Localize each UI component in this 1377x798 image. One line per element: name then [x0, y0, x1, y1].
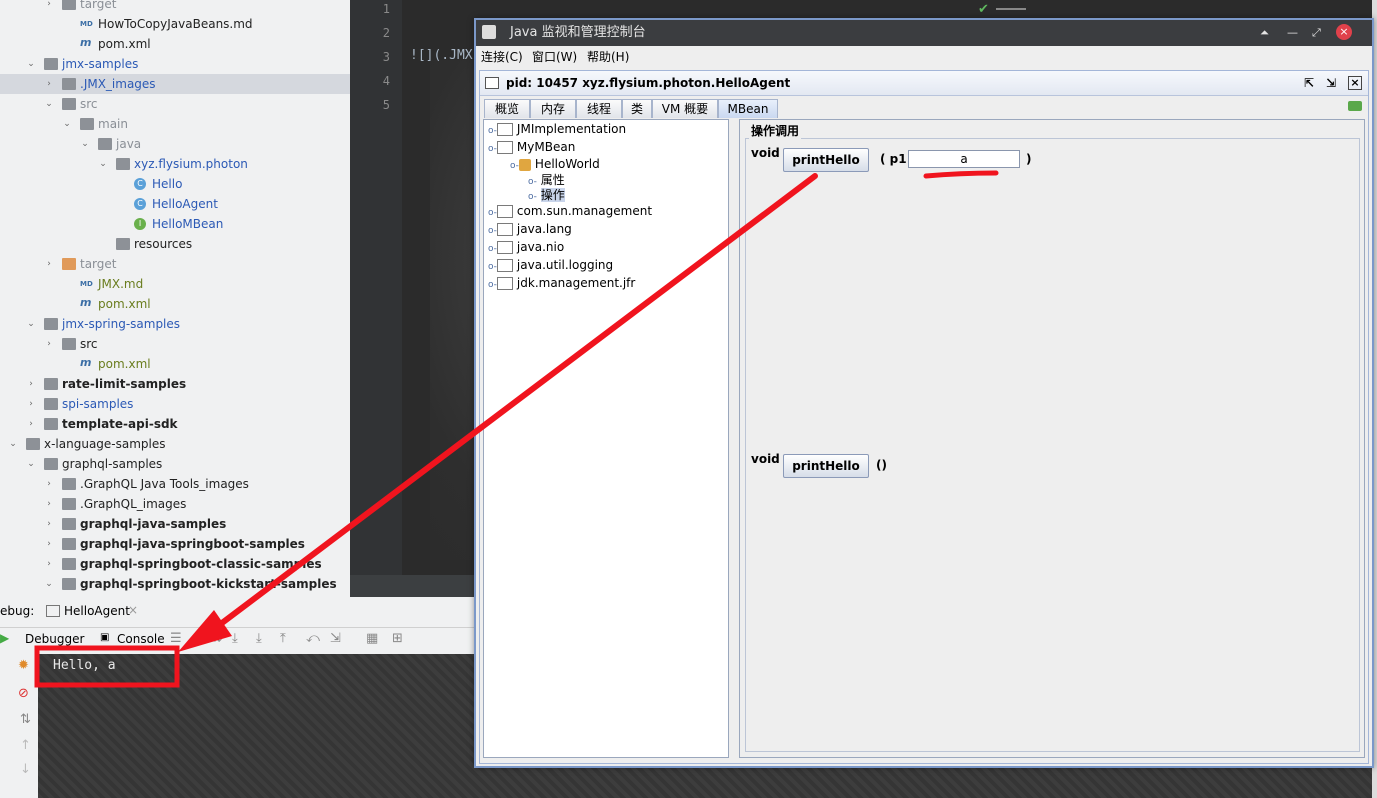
- annotation-overlay: [34, 170, 999, 688]
- arrow-annotation-line: [207, 173, 818, 635]
- highlight-box-annotation: [34, 645, 180, 688]
- underline-annotation: [923, 170, 999, 179]
- arrow-annotation-head: [178, 610, 232, 652]
